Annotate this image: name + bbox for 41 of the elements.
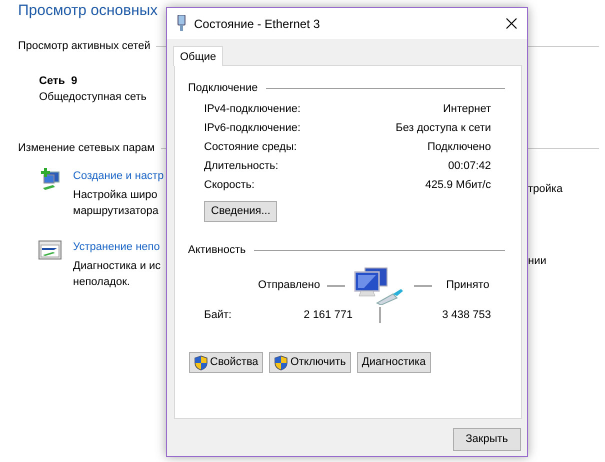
group-heading: Подключение bbox=[188, 81, 258, 96]
close-icon bbox=[506, 18, 517, 29]
info-label: Длительность: bbox=[204, 158, 278, 174]
window-title: Состояние - Ethernet 3 bbox=[194, 16, 320, 32]
action-button[interactable]: Свойства bbox=[189, 352, 264, 373]
task-link[interactable]: Создание и настр bbox=[73, 168, 164, 184]
network-category: Общедоступная сеть bbox=[39, 90, 147, 105]
tab[interactable]: Общие bbox=[173, 46, 224, 66]
task-description: Настройка широ маршрутизатора bbox=[73, 188, 158, 219]
info-value: Интернет bbox=[443, 102, 491, 116]
section-heading: Изменение сетевых парам bbox=[18, 141, 155, 156]
task-description: Диагностика и ис неполадок. bbox=[73, 259, 161, 290]
computers-icon bbox=[353, 265, 406, 305]
close-button[interactable] bbox=[504, 16, 519, 31]
info-label: IPv6-подключение: bbox=[204, 120, 301, 136]
info-value: Без доступа к сети bbox=[396, 120, 491, 136]
info-label: Состояние среды: bbox=[204, 140, 297, 154]
ethernet-plug-icon bbox=[177, 15, 186, 32]
info-label: Скорость: bbox=[204, 178, 255, 192]
sent-label: Отправлено bbox=[258, 278, 320, 293]
network-name: Сеть 9 bbox=[39, 74, 78, 89]
group-heading: Активность bbox=[188, 243, 246, 258]
action-button[interactable]: Диагностика bbox=[356, 352, 431, 373]
page-title: Просмотр основных bbox=[18, 1, 158, 21]
info-value: Подключено bbox=[427, 140, 491, 154]
sent-bytes: 2 161 771 bbox=[302, 308, 353, 323]
received-bytes: 3 438 753 bbox=[441, 308, 491, 323]
task-description: тройка bbox=[528, 182, 563, 197]
info-value: 425.9 Мбит/с bbox=[425, 178, 491, 192]
close-dialog-button[interactable]: Закрыть bbox=[452, 428, 521, 451]
bytes-label: Байт: bbox=[204, 308, 232, 323]
troubleshoot-icon bbox=[38, 238, 62, 262]
task-link[interactable]: Устранение непо bbox=[73, 239, 160, 255]
network-setup-icon bbox=[38, 167, 62, 191]
info-label: IPv4-подключение: bbox=[204, 102, 301, 116]
info-value: 00:07:42 bbox=[448, 158, 491, 174]
received-label: Принято bbox=[446, 278, 490, 293]
section-heading: Просмотр активных сетей bbox=[18, 39, 150, 54]
action-button[interactable]: Отключить bbox=[269, 352, 351, 373]
task-description: нии bbox=[528, 254, 546, 269]
details-button[interactable]: Сведения... bbox=[204, 201, 278, 222]
